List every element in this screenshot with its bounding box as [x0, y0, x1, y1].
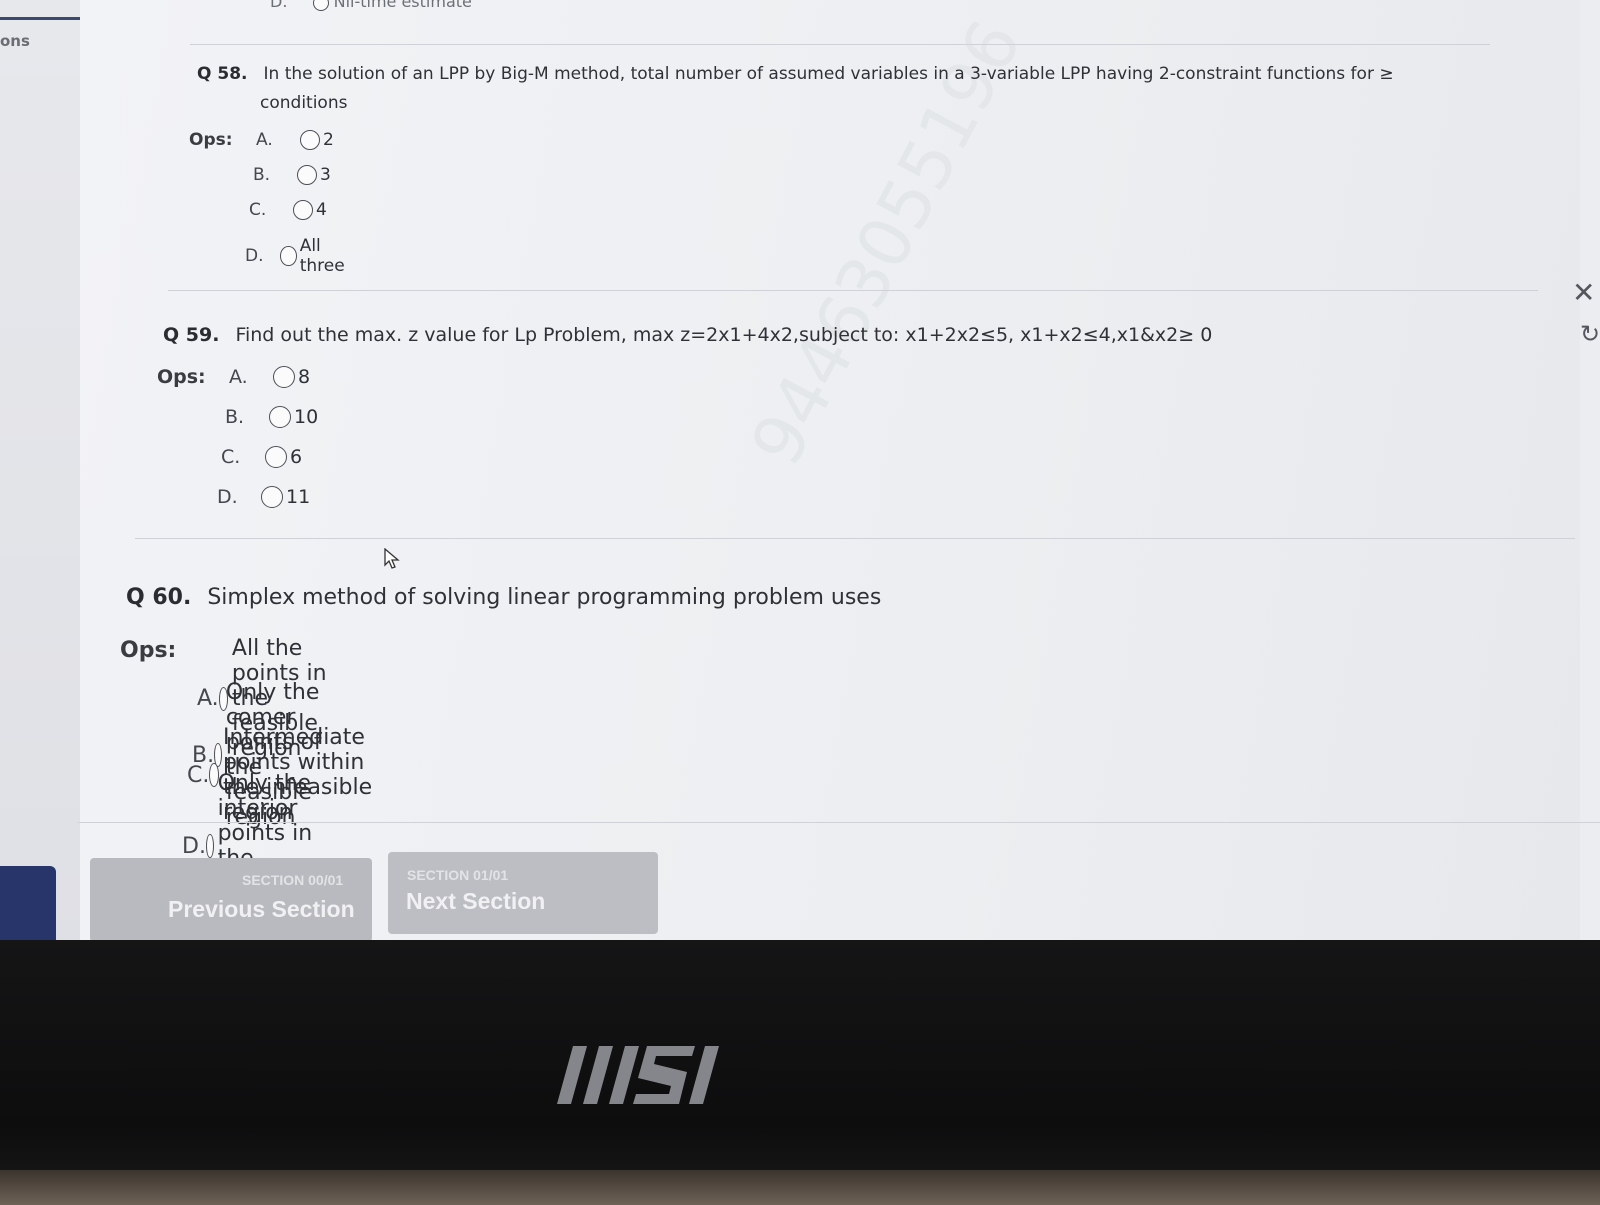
option-text: 10 [294, 406, 319, 428]
option-text: 11 [286, 486, 311, 508]
divider [190, 44, 1490, 45]
option-letter: C. [249, 200, 267, 220]
option-letter: A. [229, 366, 248, 388]
divider [168, 290, 1538, 291]
radio-button[interactable] [269, 406, 291, 428]
right-edge-toolbar: ✕ ↻ [1564, 260, 1600, 420]
next-section-button[interactable]: SECTION 01/01 Next Section [388, 852, 658, 934]
option-letter: D. [182, 833, 206, 859]
option-letter: A. [256, 130, 273, 150]
radio-button[interactable] [273, 366, 295, 388]
option-text: 6 [290, 446, 303, 468]
question-text-continued: conditions [260, 93, 348, 113]
radio-button[interactable] [261, 486, 283, 508]
sidebar-label: ons [0, 32, 30, 50]
option-text: 2 [323, 130, 334, 150]
option-text: Nil-time estimate [333, 0, 472, 11]
sidebar-nav-button[interactable] [0, 866, 56, 946]
refresh-icon[interactable]: ↻ [1580, 320, 1600, 348]
option-b[interactable]: B. 10 [225, 406, 318, 428]
laptop-bezel [0, 940, 1600, 1205]
radio-button[interactable] [280, 246, 297, 266]
msi-logo-icon [557, 1046, 719, 1104]
option-text: 3 [320, 165, 331, 185]
previous-question-option-d[interactable]: D. Nil-time estimate [270, 0, 472, 11]
question-text: Q 59. Find out the max. z value for Lp Pr… [163, 324, 1213, 346]
radio-button[interactable] [293, 200, 313, 220]
option-d[interactable]: D. 11 [217, 486, 310, 508]
radio-button[interactable] [265, 446, 287, 468]
option-letter: B. [253, 165, 271, 185]
ops-label: Ops: [157, 366, 206, 388]
question-number: Q 60. [126, 585, 192, 610]
previous-section-button[interactable]: SECTION 00/01 Previous Section [90, 858, 372, 942]
section-counter: SECTION 01/01 [407, 867, 509, 883]
question-text: Q 60. Simplex method of solving linear pr… [126, 585, 882, 610]
option-c[interactable]: C. 6 [221, 446, 302, 468]
radio-button[interactable] [297, 165, 317, 185]
section-counter: SECTION 00/01 [242, 872, 344, 888]
option-text: All three [299, 236, 345, 276]
radio-button[interactable] [205, 834, 214, 858]
option-c[interactable]: C. 4 [249, 200, 327, 220]
button-label: Previous Section [168, 896, 355, 922]
option-a[interactable]: A. 8 [229, 366, 310, 388]
option-d[interactable]: D. All three [245, 236, 357, 276]
option-text: 8 [298, 366, 311, 388]
divider [78, 822, 1600, 823]
option-a[interactable]: A. 2 [256, 130, 334, 150]
option-letter: D. [217, 486, 238, 508]
option-letter: B. [225, 406, 245, 428]
question-number: Q 59. [163, 324, 220, 346]
close-icon[interactable]: ✕ [1572, 276, 1595, 309]
option-text: 4 [316, 200, 327, 220]
ops-label: Ops: [120, 638, 177, 663]
option-b[interactable]: B. 3 [253, 165, 331, 185]
option-letter: C. [221, 446, 241, 468]
desk-surface [0, 1170, 1600, 1205]
question-number: Q 58. [197, 64, 248, 84]
question-text: Q 58. In the solution of an LPP by Big-M … [197, 64, 1394, 84]
option-letter: D. [245, 246, 264, 266]
button-label: Next Section [406, 888, 546, 914]
brand-logo [555, 1040, 735, 1114]
divider [135, 538, 1575, 539]
ops-label: Ops: [189, 130, 233, 150]
radio-button[interactable] [312, 0, 329, 11]
option-letter: D. [270, 0, 288, 11]
radio-button[interactable] [300, 130, 320, 150]
